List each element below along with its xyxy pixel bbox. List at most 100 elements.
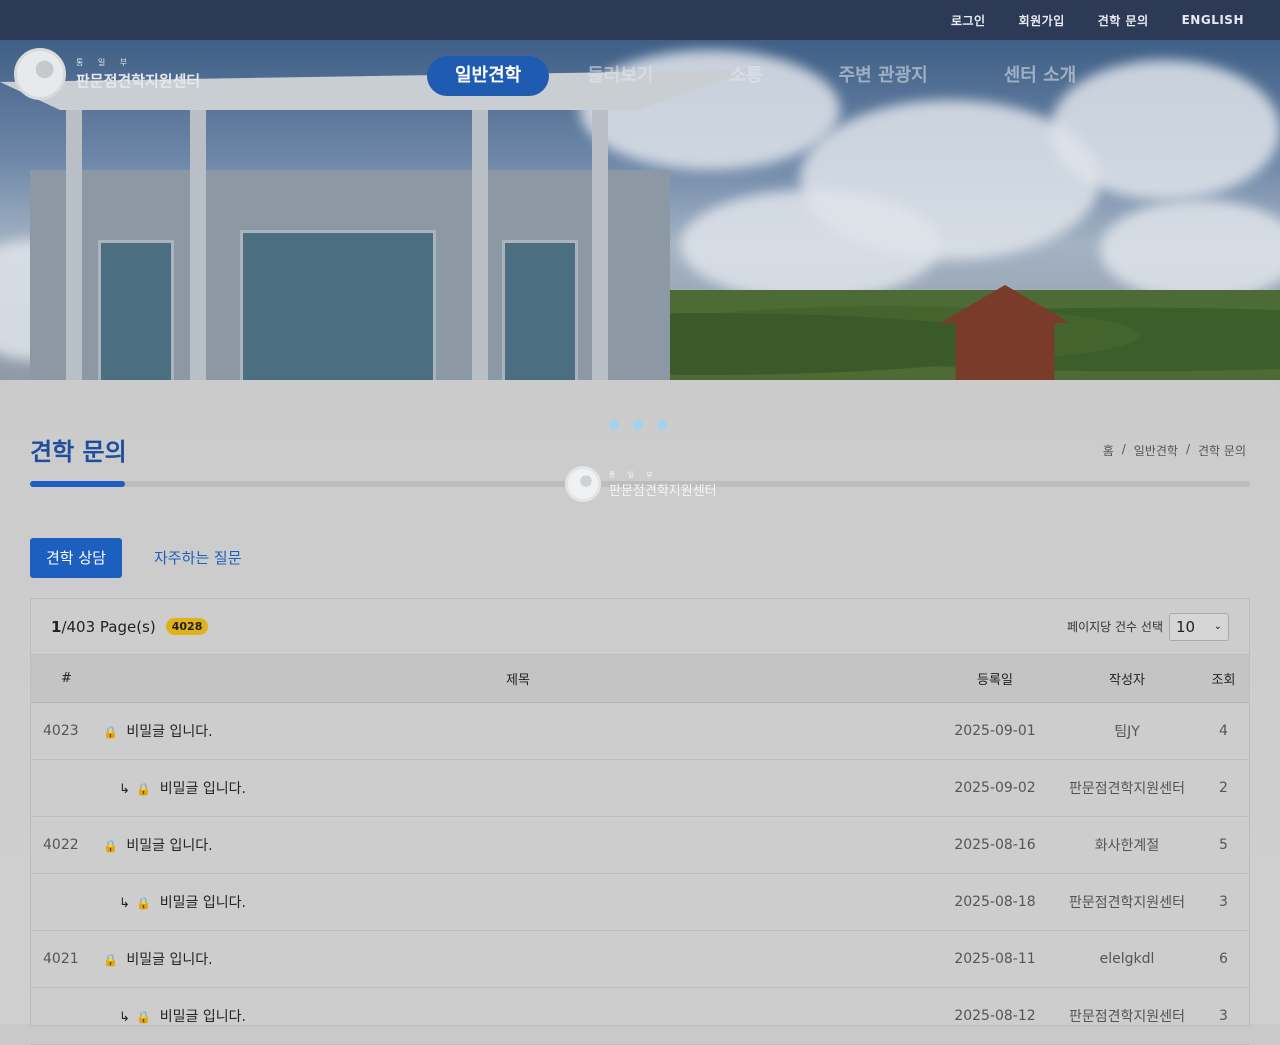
loading-dot [633, 420, 643, 430]
nav-item-communication[interactable]: 소통 [692, 56, 801, 96]
nav-item-center-intro[interactable]: 센터 소개 [966, 56, 1115, 96]
row-number: 4023 [31, 702, 102, 760]
lock-icon: 🔒 [136, 782, 152, 796]
chevron-down-icon: ⌄ [1213, 621, 1222, 632]
table-row[interactable]: 4023 🔒 비밀글 입니다. 2025-09-01 팀JY 4 [31, 702, 1249, 760]
table-row[interactable]: 4022 🔒 비밀글 입니다. 2025-08-16 화사한계절 5 [31, 816, 1249, 874]
column-header-title: 제목 [102, 655, 934, 703]
loader-ministry: 통 일 부 [609, 470, 658, 479]
row-date: 2025-09-01 [934, 702, 1056, 760]
logo-name: 판문점견학지원센터 [76, 72, 201, 90]
lock-icon: 🔒 [136, 896, 152, 910]
per-page-selector: 페이지당 건수 선택 10 ⌄ [1067, 612, 1229, 641]
row-views: 2 [1198, 759, 1249, 817]
breadcrumb: 홈 / 일반견학 / 견학 문의 [1103, 442, 1246, 459]
nav-item-general-tour[interactable]: 일반견학 [427, 56, 550, 96]
row-author: 화사한계절 [1056, 816, 1198, 874]
breadcrumb-separator: / [1185, 442, 1191, 456]
inquiry-link[interactable]: 견학 문의 [1098, 12, 1149, 29]
row-title[interactable]: 🔒 비밀글 입니다. [102, 816, 934, 874]
row-views: 6 [1198, 930, 1249, 988]
row-views: 4 [1198, 702, 1249, 760]
nav-item-nearby-attractions[interactable]: 주변 관광지 [801, 56, 966, 96]
inquiry-table: # 제목 등록일 작성자 조회 4023 🔒 비밀글 입니다. 2025-09-… [31, 655, 1249, 1045]
row-date: 2025-09-02 [934, 759, 1056, 817]
progress-fill [30, 481, 125, 487]
row-number: 4022 [31, 816, 102, 874]
lock-icon: 🔒 [103, 725, 118, 739]
tab-consultation[interactable]: 견학 상담 [30, 538, 122, 578]
row-date: 2025-08-16 [934, 816, 1056, 874]
row-title[interactable]: ↳ 🔒 비밀글 입니다. [102, 987, 934, 1045]
row-title[interactable]: 🔒 비밀글 입니다. [102, 930, 934, 988]
total-pages: /403 Page(s) [61, 617, 156, 636]
current-page: 1 [51, 617, 62, 636]
loading-logo: 통 일 부 판문점견학지원센터 [565, 466, 717, 502]
table-row[interactable]: ↳ 🔒 비밀글 입니다. 2025-09-02 판문점견학지원센터 2 [31, 759, 1249, 817]
page-info: 1/403 Page(s) 4028 [51, 617, 209, 636]
row-author: 판문점견학지원센터 [1056, 987, 1198, 1045]
row-title[interactable]: ↳ 🔒 비밀글 입니다. [102, 873, 934, 931]
row-views: 3 [1198, 987, 1249, 1045]
column-header-views: 조회 [1198, 655, 1249, 703]
tab-faq[interactable]: 자주하는 질문 [138, 538, 258, 578]
row-number [31, 873, 102, 931]
row-views: 3 [1198, 873, 1249, 931]
per-page-label: 페이지당 건수 선택 [1067, 620, 1163, 634]
login-link[interactable]: 로그인 [951, 12, 986, 29]
board-tabs: 견학 상담 자주하는 질문 [30, 538, 258, 578]
breadcrumb-general-tour[interactable]: 일반견학 [1134, 442, 1178, 459]
loading-dot [657, 420, 667, 430]
row-title-text[interactable]: 비밀글 입니다. [160, 1009, 246, 1025]
lock-icon: 🔒 [103, 839, 118, 853]
table-row[interactable]: ↳ 🔒 비밀글 입니다. 2025-08-18 판문점견학지원센터 3 [31, 873, 1249, 931]
row-title[interactable]: 🔒 비밀글 입니다. [102, 702, 934, 760]
table-row[interactable]: 4021 🔒 비밀글 입니다. 2025-08-11 elelgkdl 6 [31, 930, 1249, 988]
table-row[interactable]: ↳ 🔒 비밀글 입니다. 2025-08-12 판문점견학지원센터 3 [31, 987, 1249, 1045]
row-title-text[interactable]: 비밀글 입니다. [126, 724, 212, 740]
top-utility-bar: 로그인 회원가입 견학 문의 ENGLISH [0, 0, 1280, 40]
lock-icon: 🔒 [103, 953, 118, 967]
breadcrumb-separator: / [1121, 442, 1126, 456]
government-emblem-icon [14, 48, 66, 100]
page-title: 견학 문의 [30, 438, 127, 466]
row-author: 팀JY [1056, 702, 1198, 760]
per-page-select[interactable]: 10 ⌄ [1169, 612, 1229, 641]
loader-name: 판문점견학지원센터 [609, 483, 717, 499]
row-date: 2025-08-18 [934, 873, 1056, 931]
lock-icon: 🔒 [136, 1010, 152, 1024]
row-author: 판문점견학지원센터 [1056, 759, 1198, 817]
board-header: 1/403 Page(s) 4028 페이지당 건수 선택 10 ⌄ [31, 599, 1249, 655]
row-title-text[interactable]: 비밀글 입니다. [126, 838, 212, 854]
reply-arrow-icon: ↳ [119, 896, 130, 911]
row-title[interactable]: ↳ 🔒 비밀글 입니다. [102, 759, 934, 817]
reply-arrow-icon: ↳ [119, 1010, 130, 1025]
row-number [31, 759, 102, 817]
main-navigation: 일반견학 둘러보기 소통 주변 관광지 센터 소개 [427, 56, 1114, 96]
site-logo[interactable]: 통 일 부 판문점견학지원센터 [14, 48, 200, 100]
signup-link[interactable]: 회원가입 [1019, 12, 1065, 29]
row-number: 4021 [31, 930, 102, 988]
loading-dot [609, 420, 619, 430]
inquiry-board: 1/403 Page(s) 4028 페이지당 건수 선택 10 ⌄ # 제목 … [30, 598, 1250, 1045]
row-title-text[interactable]: 비밀글 입니다. [160, 895, 246, 911]
row-date: 2025-08-12 [934, 987, 1056, 1045]
row-title-text[interactable]: 비밀글 입니다. [126, 952, 212, 968]
table-header-row: # 제목 등록일 작성자 조회 [31, 655, 1249, 703]
column-header-date: 등록일 [934, 655, 1056, 703]
row-title-text[interactable]: 비밀글 입니다. [160, 781, 246, 797]
row-date: 2025-08-11 [934, 930, 1056, 988]
loading-dots [609, 420, 667, 430]
row-author: elelgkdl [1056, 930, 1198, 988]
row-views: 5 [1198, 816, 1249, 874]
column-header-number: # [31, 655, 102, 703]
government-emblem-icon [565, 466, 601, 502]
breadcrumb-home[interactable]: 홈 [1103, 442, 1114, 459]
per-page-value: 10 [1176, 617, 1196, 636]
column-header-author: 작성자 [1056, 655, 1198, 703]
row-number [31, 987, 102, 1045]
reply-arrow-icon: ↳ [119, 782, 130, 797]
breadcrumb-current: 견학 문의 [1198, 444, 1246, 458]
nav-item-look-around[interactable]: 둘러보기 [549, 56, 691, 96]
english-link[interactable]: ENGLISH [1182, 13, 1244, 27]
